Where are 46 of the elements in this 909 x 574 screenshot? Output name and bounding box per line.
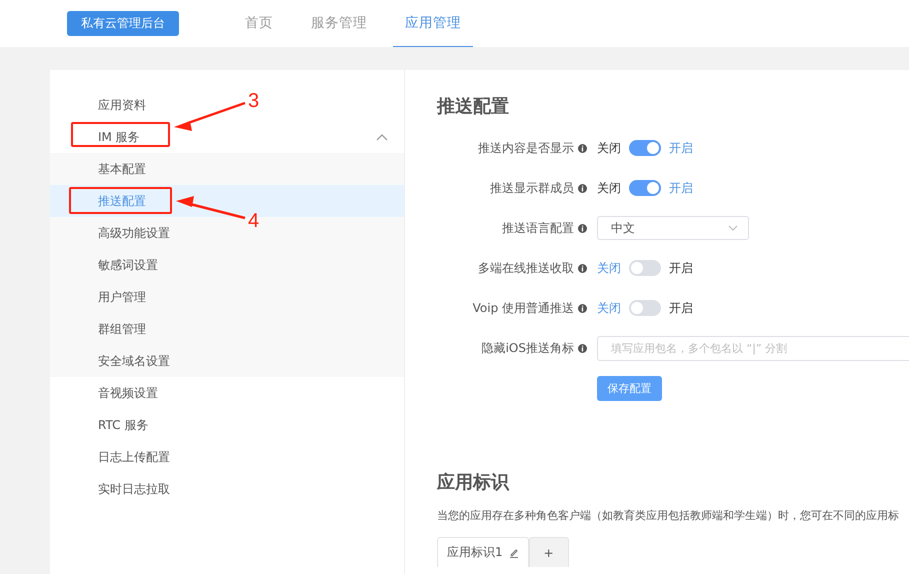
off-label: 关闭 [597, 300, 621, 316]
off-label: 关闭 [597, 260, 621, 276]
field-label: 推送显示群成员 [490, 180, 574, 196]
off-label: 关闭 [597, 140, 621, 156]
info-icon [578, 144, 587, 152]
toggle-switch[interactable] [629, 260, 661, 276]
identity-tab[interactable]: 应用标识1 [437, 537, 529, 567]
toggle-switch[interactable] [629, 180, 661, 196]
sidebar-item[interactable]: 实时日志拉取 [98, 480, 170, 498]
off-label: 关闭 [597, 180, 621, 196]
sidebar-item[interactable]: 应用资料 [98, 96, 146, 114]
sidebar-item[interactable]: RTC 服务 [98, 416, 148, 434]
field-label: Voip 使用普通推送 [472, 300, 574, 316]
identity-tab[interactable]: + [528, 537, 569, 567]
sidebar-item[interactable]: 音视频设置 [98, 384, 158, 402]
sidebar-item[interactable]: 用户管理 [98, 288, 146, 306]
sidebar-item[interactable]: 日志上传配置 [98, 448, 170, 466]
pencil-icon [508, 548, 519, 558]
info-icon [578, 264, 587, 272]
info-icon [578, 184, 587, 192]
field-label: 推送内容是否显示 [478, 140, 574, 156]
info-icon [578, 304, 587, 312]
field-label: 多端在线推送收取 [478, 260, 574, 276]
sidebar-item[interactable]: 群组管理 [98, 320, 146, 338]
on-label: 开启 [669, 180, 693, 196]
sidebar-item[interactable]: 高级功能设置 [98, 224, 170, 242]
info-icon [578, 344, 587, 352]
language-select[interactable]: 中文 [597, 216, 749, 240]
field-label: 推送语言配置 [502, 220, 574, 236]
sidebar-item[interactable]: 基本配置 [98, 160, 146, 178]
info-icon [578, 224, 587, 232]
toggle-switch[interactable] [629, 300, 661, 316]
annotation-number: 3 [248, 90, 260, 113]
sidebar-item[interactable]: 敏感词设置 [98, 256, 158, 274]
sidebar-item[interactable]: IM 服务 [98, 128, 140, 146]
description-text: 当您的应用存在多种角色客户端（如教育类应用包括教师端和学生端）时，您可在不同的应用标 [437, 508, 900, 523]
on-label: 开启 [669, 260, 693, 276]
field-label: 隐藏iOS推送角标 [482, 340, 574, 356]
chevron-icon [728, 225, 738, 231]
on-label: 开启 [669, 300, 693, 316]
sidebar-item[interactable]: 安全域名设置 [98, 352, 170, 370]
toggle-switch[interactable] [629, 140, 661, 156]
input-field[interactable]: 填写应用包名，多个包名以 “|” 分割 [597, 336, 909, 360]
on-label: 开启 [669, 140, 693, 156]
section-title: 应用标识 [437, 471, 510, 495]
section-title: 推送配置 [437, 95, 510, 119]
